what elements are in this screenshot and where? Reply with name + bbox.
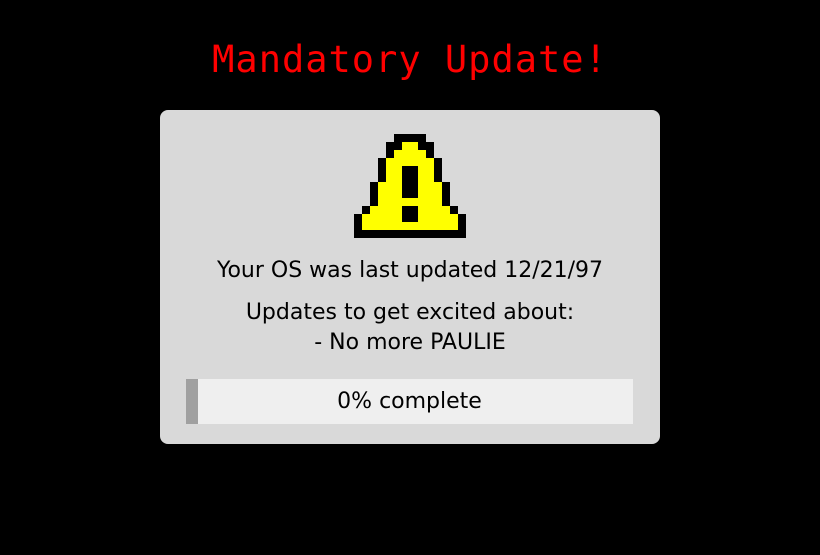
updates-heading: Updates to get excited about: xyxy=(245,300,575,325)
update-list-item: - No more PAULIE xyxy=(314,330,506,355)
progress-label: 0% complete xyxy=(337,389,482,414)
warning-triangle-icon xyxy=(354,134,466,238)
update-dialog: Your OS was last updated 12/21/97 Update… xyxy=(160,110,660,444)
last-updated-text: Your OS was last updated 12/21/97 xyxy=(216,258,604,283)
update-title: Mandatory Update! xyxy=(212,38,608,81)
progress-bar: 0% complete xyxy=(186,379,633,424)
